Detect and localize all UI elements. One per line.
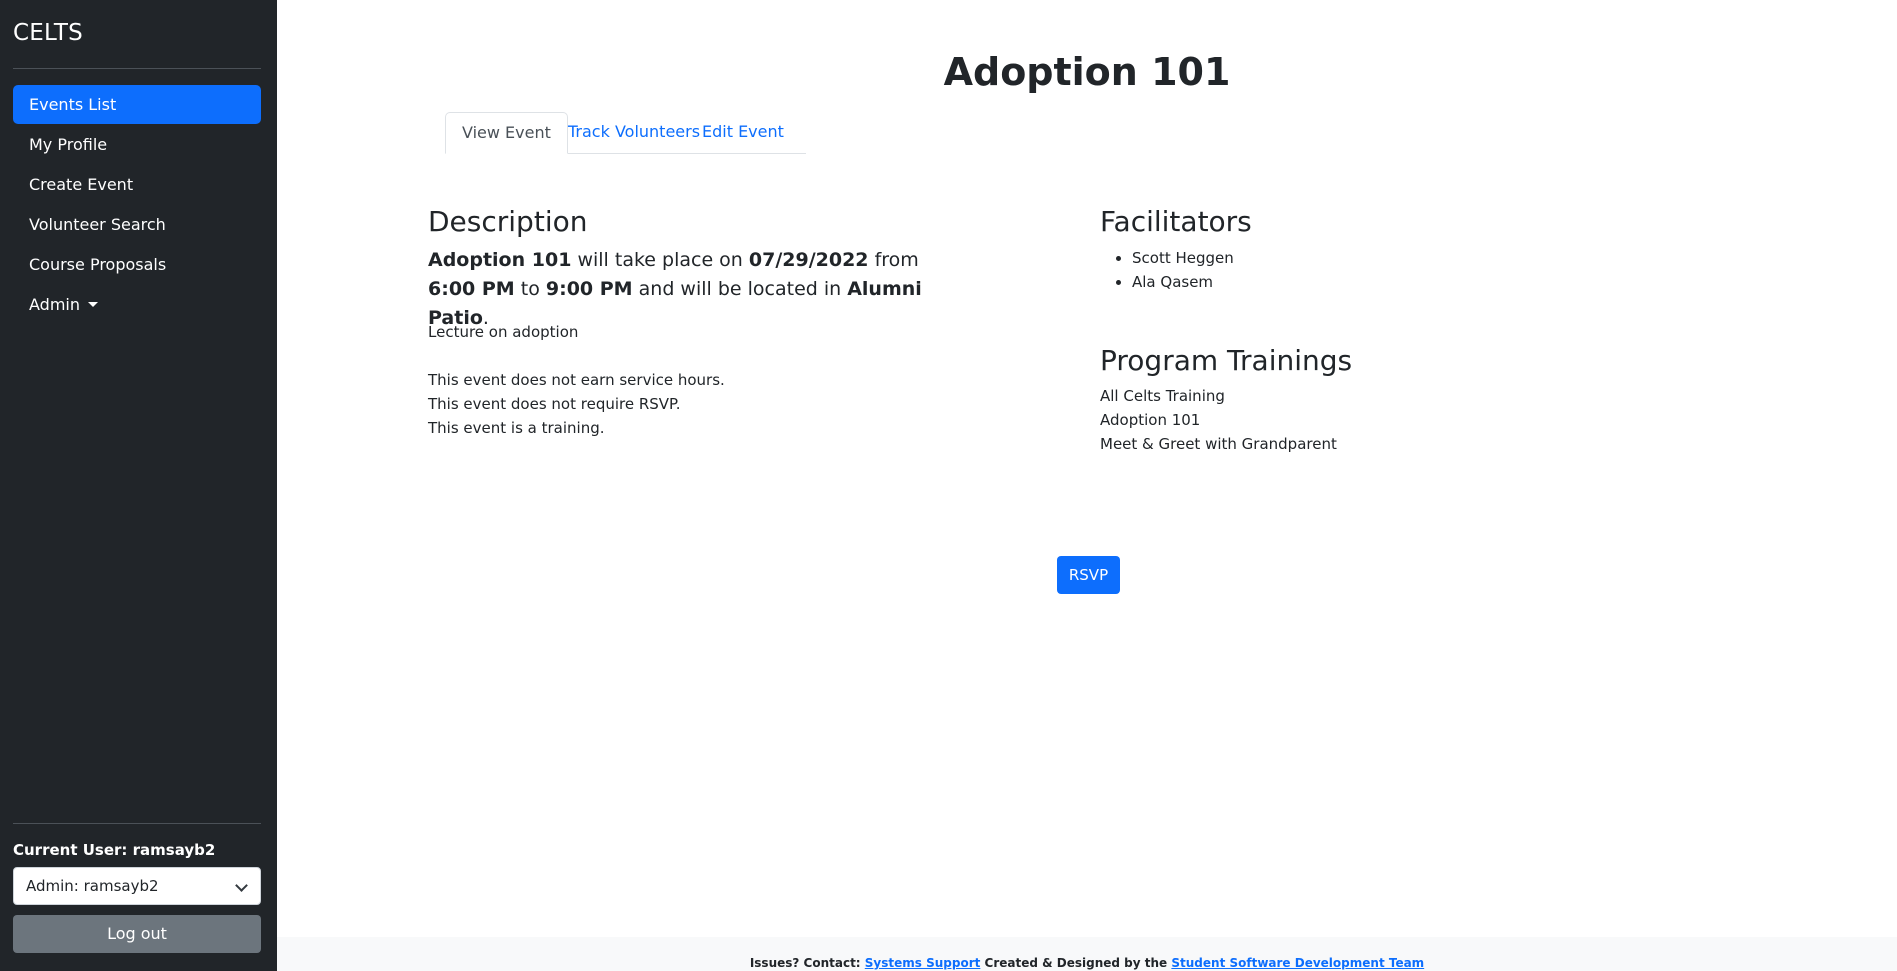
page-title: Adoption 101 (943, 50, 1231, 94)
event-tabs: View Event Track Volunteers Edit Event (445, 112, 1085, 154)
current-user-label: Current User: ramsayb2 (13, 841, 216, 859)
systems-support-link[interactable]: Systems Support (865, 956, 981, 970)
sidebar-nav: Events List My Profile Create Event Volu… (13, 85, 261, 325)
text-from: from (868, 249, 919, 271)
event-name: Adoption 101 (428, 249, 572, 271)
user-role-select[interactable]: Admin: ramsayb2 (13, 867, 261, 905)
facilitators-heading: Facilitators (1100, 205, 1252, 238)
event-end-time: 9:00 PM (545, 278, 633, 300)
text-located: and will be located in (632, 278, 848, 300)
sidebar-item-admin[interactable]: Admin (13, 285, 261, 324)
rsvp-button[interactable]: RSVP (1057, 556, 1120, 594)
list-item: Ala Qasem (1132, 270, 1234, 294)
list-item: All Celts Training (1100, 387, 1225, 405)
training-note: This event is a training. (428, 419, 605, 437)
footer-created-text: Created & Designed by the (980, 956, 1172, 970)
program-trainings-heading: Program Trainings (1100, 344, 1353, 377)
list-item: Scott Heggen (1132, 246, 1234, 270)
sidebar-item-admin-label: Admin (29, 295, 80, 314)
event-description-text: Lecture on adoption (428, 323, 579, 341)
event-start-time: 6:00 PM (428, 278, 515, 300)
rsvp-requirement-note: This event does not require RSVP. (428, 395, 681, 413)
user-role-select-value: Admin: ramsayb2 (26, 877, 159, 895)
facilitators-list: Scott Heggen Ala Qasem (1132, 246, 1234, 294)
logout-button[interactable]: Log out (13, 915, 261, 953)
footer-issues-text: Issues? Contact: (749, 956, 865, 970)
sidebar-item-create-event[interactable]: Create Event (13, 165, 261, 204)
caret-down-icon (88, 302, 98, 307)
sidebar-item-course-proposals[interactable]: Course Proposals (13, 245, 261, 284)
description-heading: Description (428, 205, 588, 238)
list-item: Adoption 101 (1100, 411, 1201, 429)
event-date: 07/29/2022 (748, 249, 869, 271)
tab-edit-event[interactable]: Edit Event (686, 112, 800, 154)
sidebar-item-volunteer-search[interactable]: Volunteer Search (13, 205, 261, 244)
list-item: Meet & Greet with Grandparent (1100, 435, 1337, 453)
text-take-place: will take place on (571, 249, 749, 271)
tab-view-event[interactable]: View Event (445, 112, 568, 154)
footer: Issues? Contact: Systems Support Created… (277, 937, 1897, 971)
text-to: to (514, 278, 546, 300)
sidebar-item-events-list[interactable]: Events List (13, 85, 261, 124)
sidebar: CELTS Events List My Profile Create Even… (0, 0, 277, 971)
team-link[interactable]: Student Software Development Team (1171, 956, 1424, 970)
main-content: Adoption 101 View Event Track Volunteers… (277, 0, 1897, 971)
sidebar-item-my-profile[interactable]: My Profile (13, 125, 261, 164)
service-hours-note: This event does not earn service hours. (428, 371, 725, 389)
brand-logo[interactable]: CELTS (13, 20, 83, 46)
sidebar-divider-bottom (13, 823, 261, 824)
sidebar-divider (13, 68, 261, 69)
program-trainings-list: All Celts Training Adoption 101 Meet & G… (1100, 384, 1337, 456)
chevron-down-icon (235, 879, 248, 892)
